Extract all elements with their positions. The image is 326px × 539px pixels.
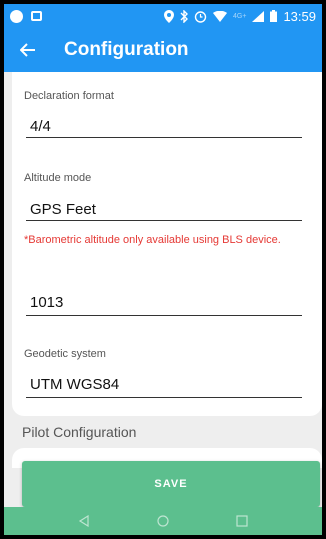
geodetic-system-field[interactable]: UTM WGS84: [30, 376, 119, 393]
signal-icon: [252, 10, 265, 22]
status-time: 13:59: [283, 8, 316, 24]
page-title: Configuration: [64, 39, 189, 60]
nav-recents-icon[interactable]: [236, 515, 248, 527]
declaration-format-label: Declaration format: [24, 90, 114, 102]
nav-back-icon[interactable]: [78, 515, 90, 527]
system-nav-bar: [4, 507, 322, 535]
pressure-underline: [26, 315, 302, 316]
location-icon: [164, 9, 175, 23]
pressure-field[interactable]: 1013: [30, 294, 63, 311]
bluetooth-icon: [180, 9, 189, 23]
notification-dot-icon: [10, 9, 23, 23]
pilot-configuration-title: Pilot Configuration: [22, 424, 137, 440]
altitude-mode-underline: [26, 220, 302, 221]
declaration-format-underline: [26, 137, 302, 138]
configuration-card: Declaration format 4/4 Altitude mode GPS…: [12, 72, 322, 416]
nav-home-icon[interactable]: [157, 515, 169, 527]
network-type: 4G+: [233, 12, 247, 20]
app-frame: 4G+ 13:59 Configuration Declaration form…: [4, 4, 322, 535]
notification-image-icon: [31, 11, 42, 21]
battery-icon: [270, 10, 278, 22]
alarm-icon: [194, 10, 207, 23]
altitude-mode-label: Altitude mode: [24, 172, 92, 184]
geodetic-system-underline: [26, 397, 302, 398]
wifi-icon: [213, 10, 228, 22]
back-button[interactable]: [4, 28, 52, 72]
altitude-mode-field[interactable]: GPS Feet: [30, 201, 96, 218]
barometric-warning: *Barometric altitude only available usin…: [24, 234, 281, 246]
save-button[interactable]: SAVE: [22, 461, 320, 507]
declaration-format-field[interactable]: 4/4: [30, 118, 51, 135]
arrow-back-icon: [20, 43, 35, 57]
app-bar: Configuration: [4, 28, 322, 72]
geodetic-system-label: Geodetic system: [24, 348, 106, 360]
status-bar: 4G+ 13:59: [4, 4, 322, 28]
